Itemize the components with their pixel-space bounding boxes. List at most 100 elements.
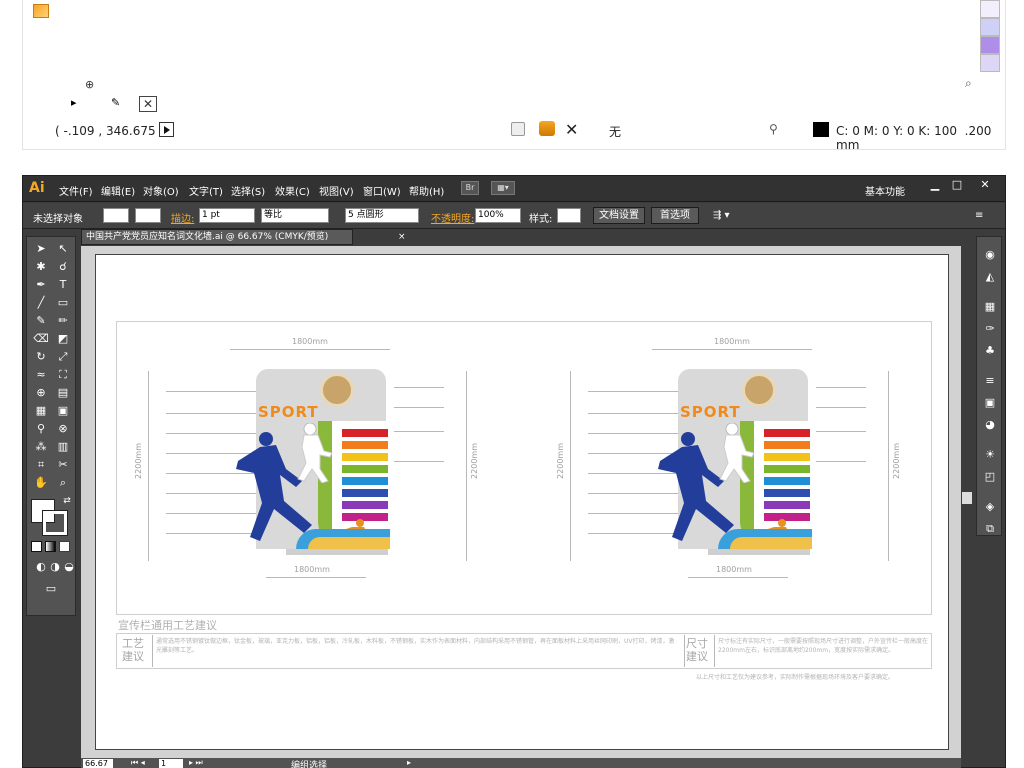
paint-bucket-icon[interactable] xyxy=(539,121,555,136)
menu-object[interactable]: 对象(O) xyxy=(143,183,179,198)
canvas-area[interactable]: 1800mm 2200mm 2200mm 1800mm SPORT 1800mm… xyxy=(81,246,961,758)
none-fill-icon[interactable]: ✕ xyxy=(139,96,157,112)
artboard[interactable]: 1800mm 2200mm 2200mm 1800mm SPORT 1800mm… xyxy=(95,254,949,750)
arrange-icon[interactable]: ⇶ ▾ xyxy=(713,210,730,221)
next-page-icon[interactable]: ▸ ⏭ xyxy=(189,758,203,768)
symbols-icon[interactable]: ♣ xyxy=(981,343,999,359)
palette-swatch-1[interactable] xyxy=(980,0,1000,18)
search-icon[interactable]: ⌕ xyxy=(965,76,972,91)
mesh-tool-icon[interactable]: ▦ xyxy=(31,403,51,419)
menu-window[interactable]: 窗口(W) xyxy=(363,183,401,198)
eyedropper-icon[interactable]: ✎ xyxy=(111,96,120,109)
width-tool-icon[interactable]: ≈ xyxy=(31,367,51,383)
blob-brush-icon[interactable]: ⌫ xyxy=(31,331,51,347)
menu-help[interactable]: 帮助(H) xyxy=(409,183,444,198)
vertical-scrollbar[interactable] xyxy=(961,246,973,758)
transparency-icon[interactable]: ◕ xyxy=(981,417,999,433)
scrollbar-thumb[interactable] xyxy=(962,492,972,504)
minimize-button[interactable]: ▁ xyxy=(925,179,945,193)
color-mode-icon[interactable] xyxy=(31,541,42,552)
paintbrush-icon[interactable]: ✎ xyxy=(31,313,51,329)
stroke-profile-select[interactable]: 等比 xyxy=(261,208,329,223)
pen-icon[interactable]: ⊕ xyxy=(85,78,94,91)
column-graph-icon[interactable]: ▥ xyxy=(53,439,73,455)
gradient-icon[interactable] xyxy=(33,4,49,18)
menu-edit[interactable]: 编辑(E) xyxy=(101,183,135,198)
stroke-none-icon[interactable]: ✕ xyxy=(565,120,578,139)
panel-menu-icon[interactable]: ≡ xyxy=(975,210,983,221)
camera-icon[interactable] xyxy=(511,122,525,136)
palette-swatch-2[interactable] xyxy=(980,18,1000,36)
stroke-icon[interactable]: ≡ xyxy=(981,373,999,389)
pencil-icon[interactable]: ✏ xyxy=(53,313,73,329)
gradient-mode-icon[interactable] xyxy=(45,541,56,552)
rotate-tool-icon[interactable]: ↻ xyxy=(31,349,51,365)
swatches-icon[interactable]: ▦ xyxy=(981,299,999,315)
stroke-swatch[interactable] xyxy=(135,208,161,223)
arrange-documents-button[interactable]: ▦▾ xyxy=(491,181,515,195)
lasso-icon[interactable]: ☌ xyxy=(53,259,73,275)
scale-tool-icon[interactable]: ⤢ xyxy=(53,349,73,365)
color-guide-icon[interactable]: ◉ xyxy=(981,247,999,263)
brush-select[interactable]: 5 点圆形 xyxy=(345,208,419,223)
artboards-icon[interactable]: ⧉ xyxy=(981,521,999,537)
brushes-icon[interactable]: ✑ xyxy=(981,321,999,337)
color-icon[interactable]: ◭ xyxy=(981,269,999,285)
menu-select[interactable]: 选择(S) xyxy=(231,183,265,198)
stroke-label[interactable]: 描边: xyxy=(171,210,194,225)
blend-tool-icon[interactable]: ⊗ xyxy=(53,421,73,437)
perspective-grid-icon[interactable]: ▤ xyxy=(53,385,73,401)
black-swatch[interactable] xyxy=(813,122,829,137)
preferences-button[interactable]: 首选项 xyxy=(651,207,699,224)
menu-view[interactable]: 视图(V) xyxy=(319,183,354,198)
play-button[interactable] xyxy=(159,122,174,137)
document-tab[interactable]: 中国共产党党员应知名词文化墙.ai @ 66.67% (CMYK/预览) × xyxy=(81,229,406,245)
direct-selection-tool-icon[interactable]: ↖ xyxy=(53,241,73,257)
menu-file[interactable]: 文件(F) xyxy=(59,183,93,198)
layers-icon[interactable]: ◈ xyxy=(981,499,999,515)
menu-effect[interactable]: 效果(C) xyxy=(275,183,310,198)
status-menu-icon[interactable]: ▸ xyxy=(407,758,411,767)
hand-tool-icon[interactable]: ✋ xyxy=(31,475,51,491)
zoom-input[interactable]: 66.67 xyxy=(83,759,113,768)
page-input[interactable]: 1 xyxy=(159,759,183,768)
opacity-input[interactable]: 100% xyxy=(475,208,521,223)
pen-tool-icon[interactable]: ✒ xyxy=(31,277,51,293)
swap-colors-icon[interactable]: ⇄ xyxy=(57,493,77,509)
eyedropper-tool-icon[interactable]: ⚲ xyxy=(31,421,51,437)
menu-type[interactable]: 文字(T) xyxy=(189,183,223,198)
free-transform-icon[interactable]: ⛶ xyxy=(53,367,73,383)
type-tool-icon[interactable]: T xyxy=(53,277,73,293)
eyedropper-small-icon[interactable]: ⚲ xyxy=(769,122,778,136)
selection-tool-icon[interactable]: ➤ xyxy=(31,241,51,257)
close-button[interactable]: ✕ xyxy=(975,179,995,193)
artboard-tool-icon[interactable]: ⌗ xyxy=(31,457,51,473)
gradient-tool-icon[interactable]: ▣ xyxy=(53,403,73,419)
shape-builder-icon[interactable]: ⊕ xyxy=(31,385,51,401)
fill-swatch[interactable] xyxy=(103,208,129,223)
eraser-icon[interactable]: ◩ xyxy=(53,331,73,347)
bridge-button[interactable]: Br xyxy=(461,181,479,195)
palette-swatch-3[interactable] xyxy=(980,36,1000,54)
gradient-panel-icon[interactable]: ▣ xyxy=(981,395,999,411)
stroke-weight-input[interactable]: 1 pt xyxy=(199,208,255,223)
rectangle-tool-icon[interactable]: ▭ xyxy=(53,295,73,311)
draw-inside-icon[interactable]: ◒ xyxy=(59,559,79,575)
zoom-tool-icon[interactable]: ⌕ xyxy=(53,475,73,491)
document-setup-button[interactable]: 文档设置 xyxy=(593,207,645,224)
appearance-icon[interactable]: ☀ xyxy=(981,447,999,463)
opacity-label[interactable]: 不透明度: xyxy=(431,210,474,225)
first-page-icon[interactable]: ⏮ ◂ xyxy=(131,758,145,768)
screen-mode-icon[interactable]: ▭ xyxy=(41,581,61,597)
stroke-color-swatch[interactable] xyxy=(42,510,68,536)
magic-wand-icon[interactable]: ✱ xyxy=(31,259,51,275)
line-tool-icon[interactable]: ╱ xyxy=(31,295,51,311)
none-mode-icon[interactable] xyxy=(59,541,70,552)
maximize-button[interactable]: □ xyxy=(947,179,967,193)
arrow-icon[interactable]: ▸ xyxy=(71,96,77,109)
slice-tool-icon[interactable]: ✂ xyxy=(53,457,73,473)
workspace-switcher[interactable]: 基本功能 xyxy=(865,183,905,198)
symbol-sprayer-icon[interactable]: ⁂ xyxy=(31,439,51,455)
graphic-styles-icon[interactable]: ◰ xyxy=(981,469,999,485)
document-tab-close[interactable]: × xyxy=(398,230,406,244)
